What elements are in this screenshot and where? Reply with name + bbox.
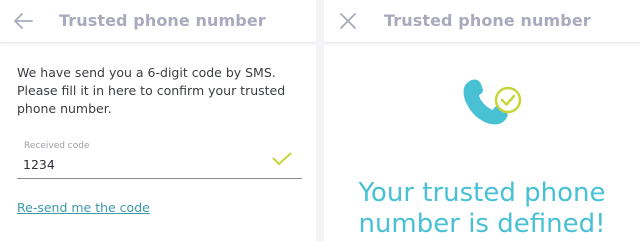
received-code-label: Received code: [24, 141, 90, 151]
page-title: Trusted phone number: [384, 11, 591, 30]
phone-with-check-icon: [460, 74, 526, 136]
header: Trusted phone number: [324, 0, 640, 43]
received-code-field: Received code: [17, 140, 302, 179]
back-arrow-icon[interactable]: [11, 9, 35, 33]
check-icon: [272, 151, 292, 170]
success-message: Your trusted phone number is defined!: [358, 178, 606, 239]
confirmation-screen: Trusted phone number Your trusted phone …: [324, 0, 640, 241]
received-code-input[interactable]: [23, 155, 263, 173]
code-entry-screen: Trusted phone number We have send you a …: [0, 0, 316, 241]
resend-code-link[interactable]: Re-send me the code: [17, 200, 150, 215]
close-icon[interactable]: [336, 9, 360, 33]
header: Trusted phone number: [0, 0, 316, 43]
page-title: Trusted phone number: [59, 11, 266, 30]
instruction-text: We have send you a 6-digit code by SMS. …: [17, 65, 286, 116]
